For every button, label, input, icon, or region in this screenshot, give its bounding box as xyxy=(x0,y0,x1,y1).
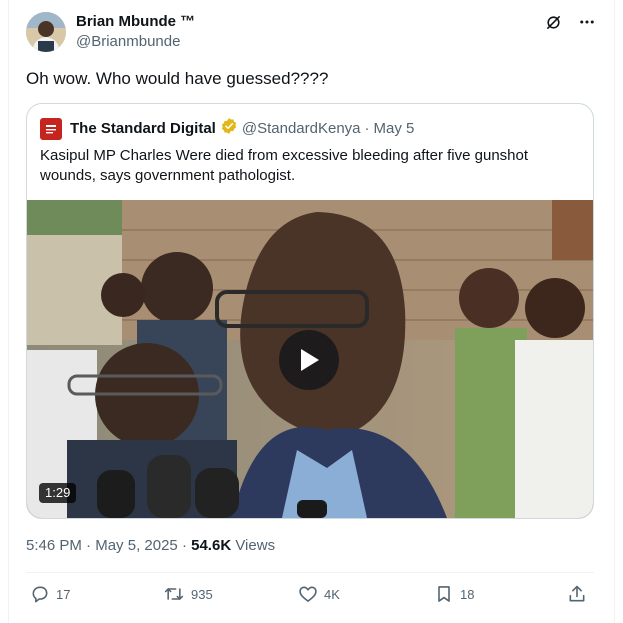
repost-count: 935 xyxy=(191,586,213,602)
quote-source-name[interactable]: The Standard Digital xyxy=(70,119,216,139)
quote-separator: · xyxy=(364,120,370,137)
quote-date[interactable]: May 5 xyxy=(374,119,415,139)
like-count: 4K xyxy=(324,586,340,602)
like-button[interactable]: 4K xyxy=(298,584,340,604)
play-button[interactable] xyxy=(279,330,339,390)
quote-header: The Standard Digital @StandardKenya · Ma… xyxy=(40,117,414,141)
video-player[interactable]: 1:29 xyxy=(27,200,593,518)
tweet-time[interactable]: 5:46 PM xyxy=(26,537,82,554)
author-handle[interactable]: @Brianmbunde xyxy=(76,32,195,52)
tweet-text: Oh wow. Who would have guessed???? xyxy=(26,69,329,88)
share-icon xyxy=(569,585,585,602)
avatar[interactable] xyxy=(26,12,66,52)
bookmark-count: 18 xyxy=(460,586,475,602)
tweet-meta: 5:46 PM · May 5, 2025 · 54.6K Views xyxy=(26,536,275,556)
more-icon[interactable] xyxy=(577,12,597,32)
quote-source-handle[interactable]: @StandardKenya xyxy=(242,119,361,139)
tweet-actions: 17 935 4K 18 xyxy=(26,584,594,610)
like-icon xyxy=(299,586,317,602)
quote-text: Kasipul MP Charles Were died from excess… xyxy=(40,147,529,184)
reply-count: 17 xyxy=(56,586,71,602)
grok-icon[interactable] xyxy=(543,12,563,32)
video-duration: 1:29 xyxy=(39,483,77,503)
bookmark-button[interactable]: 18 xyxy=(434,584,474,604)
verified-badge-icon xyxy=(220,117,238,141)
views-label: Views xyxy=(235,537,276,554)
tweet-top-actions xyxy=(543,12,597,32)
meta-separator: · xyxy=(181,537,187,554)
play-icon xyxy=(301,349,319,371)
tweet: Brian Mbunde ™ @Brianmbunde Oh wow. Who … xyxy=(26,0,597,623)
views-count[interactable]: 54.6K xyxy=(191,537,231,554)
bookmark-icon xyxy=(438,586,450,602)
tweet-date[interactable]: May 5, 2025 xyxy=(95,537,178,554)
standard-logo-icon[interactable] xyxy=(40,118,62,140)
avatar-image xyxy=(26,12,66,52)
repost-button[interactable]: 935 xyxy=(163,584,213,604)
author-block: Brian Mbunde ™ @Brianmbunde xyxy=(76,12,195,52)
meta-separator: · xyxy=(86,537,92,554)
actions-divider xyxy=(26,572,594,573)
quoted-tweet[interactable]: The Standard Digital @StandardKenya · Ma… xyxy=(26,103,594,519)
reply-button[interactable]: 17 xyxy=(30,584,70,604)
reply-icon xyxy=(32,586,48,603)
author-name[interactable]: Brian Mbunde ™ xyxy=(76,12,195,32)
share-button[interactable] xyxy=(567,584,587,604)
repost-icon xyxy=(164,588,184,600)
